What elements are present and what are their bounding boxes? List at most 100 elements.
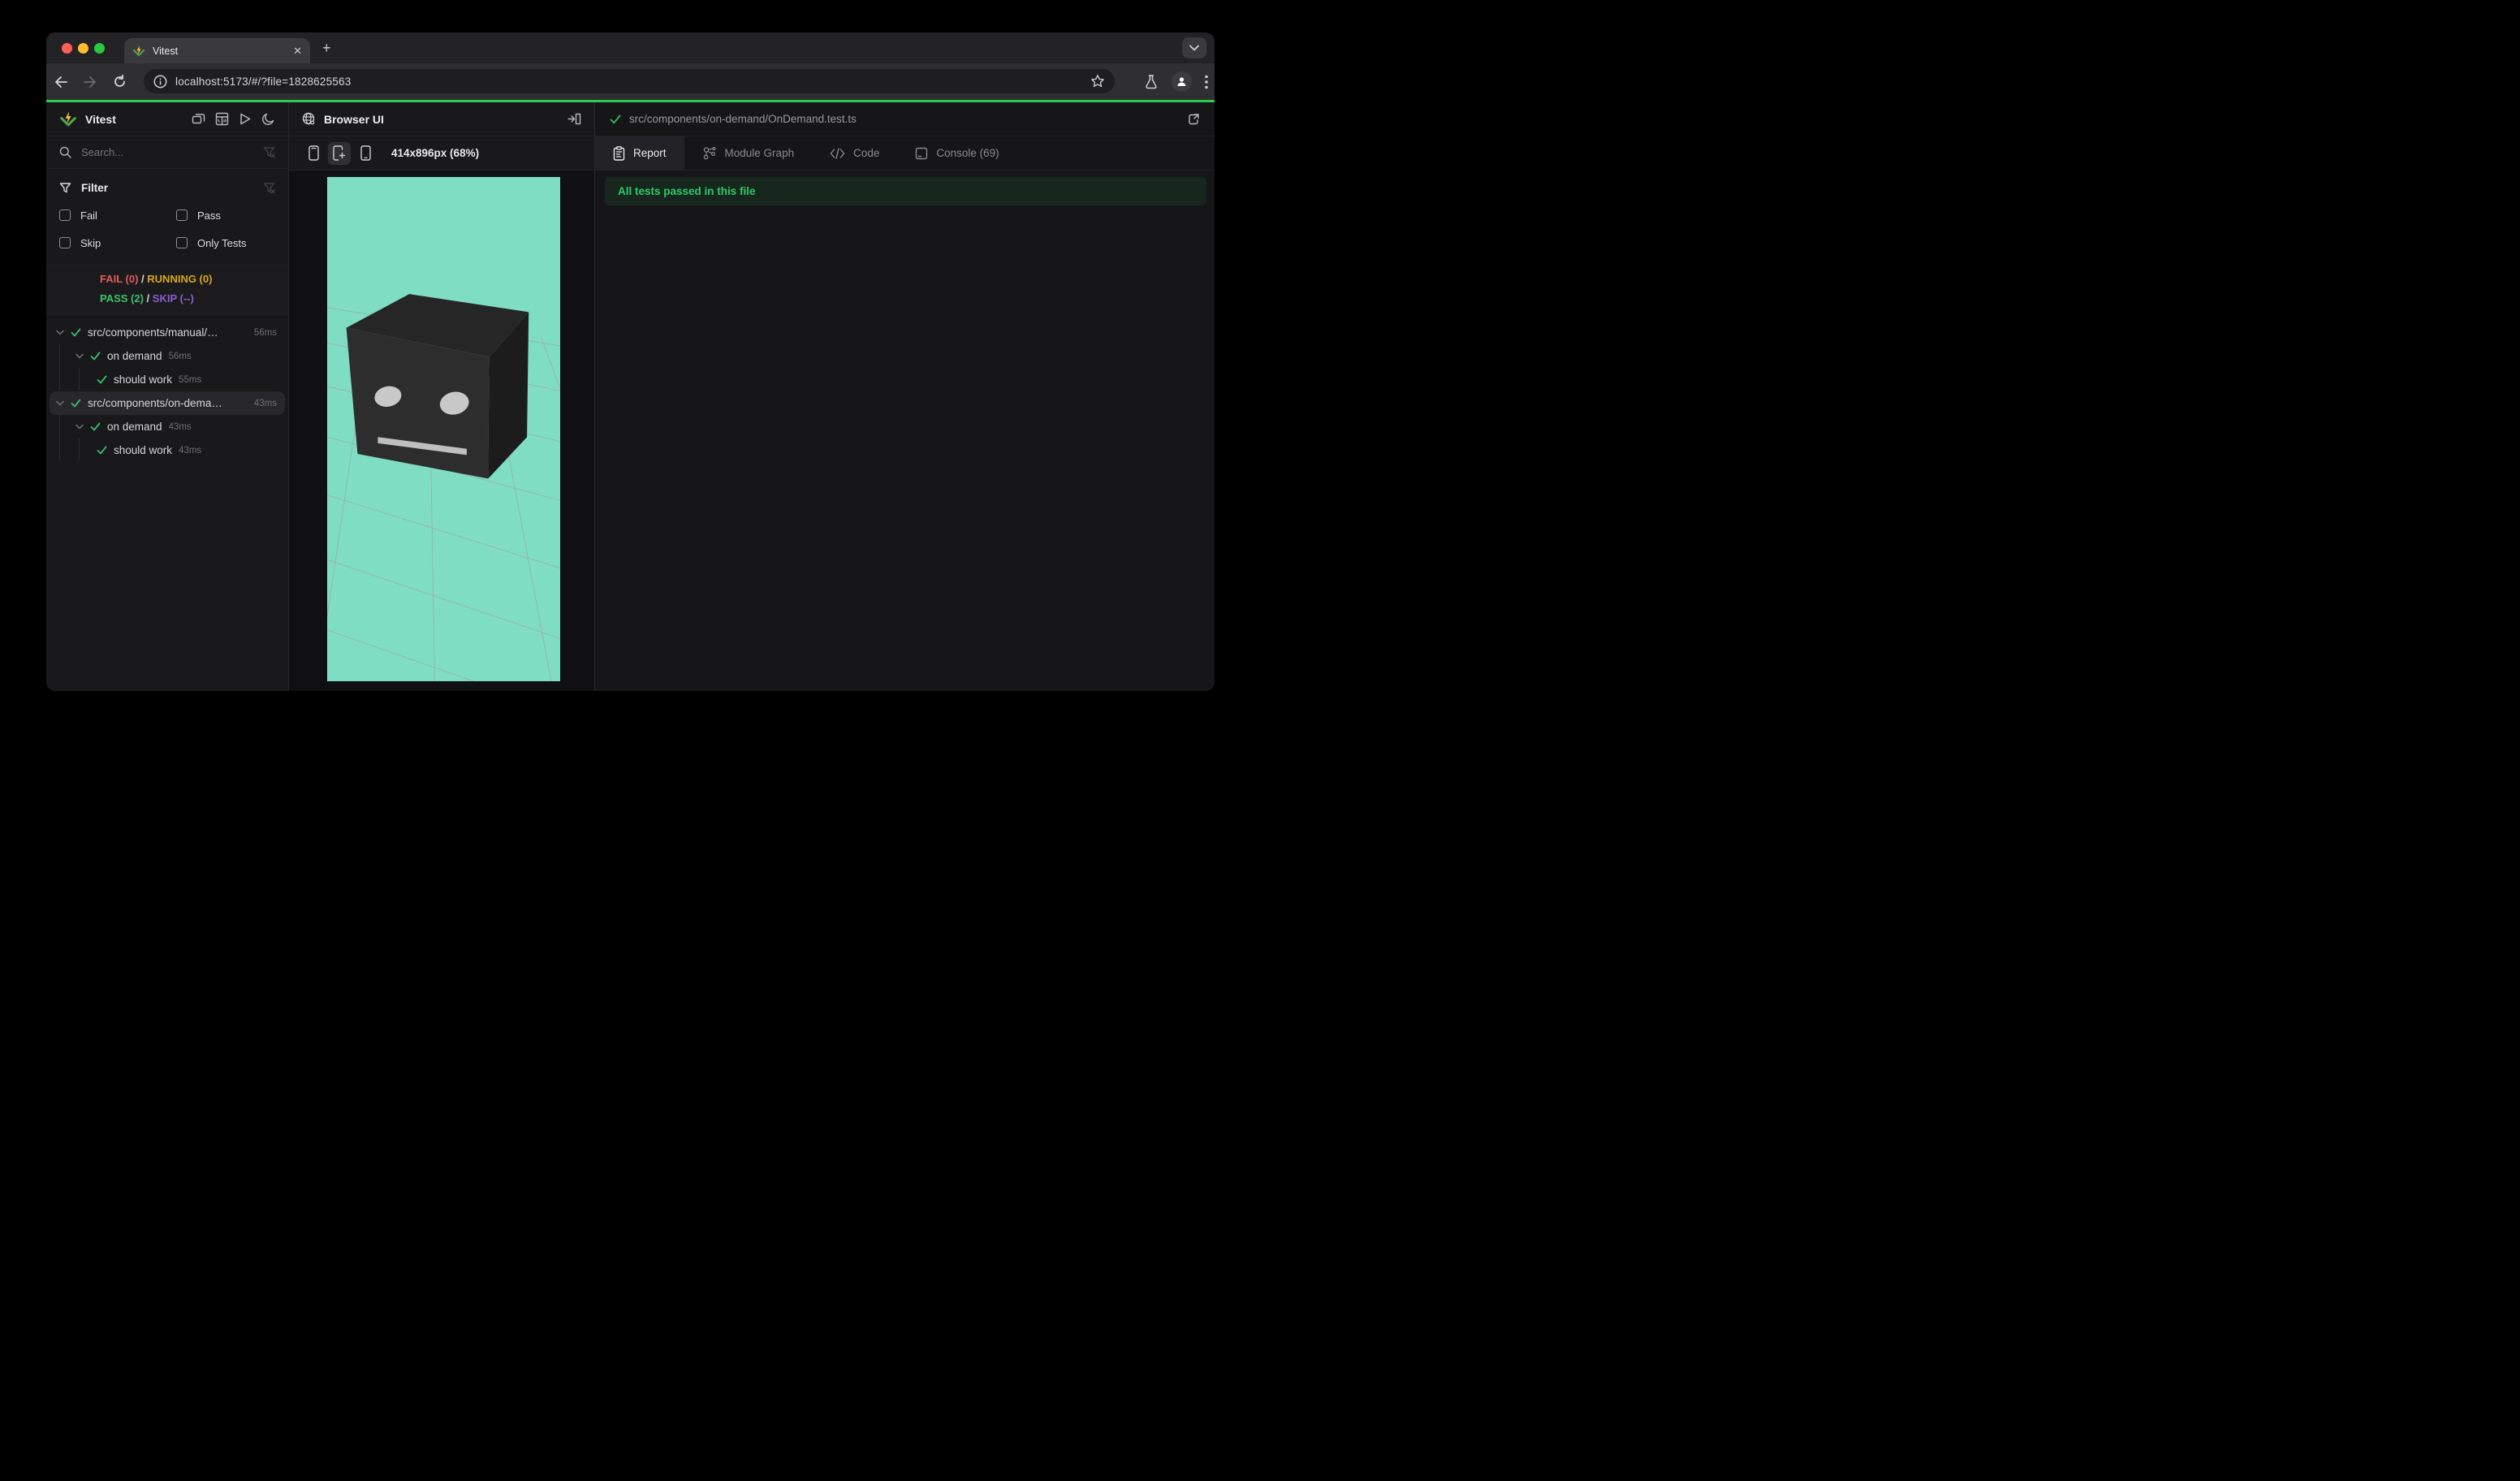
pass-check-icon bbox=[97, 375, 107, 384]
pass-check-icon bbox=[97, 446, 107, 455]
checkbox[interactable] bbox=[59, 237, 71, 248]
test-duration: 43ms bbox=[168, 421, 192, 432]
tab-console[interactable]: Console (69) bbox=[897, 136, 1016, 170]
chevron-down-icon[interactable] bbox=[74, 424, 85, 430]
dashboard-icon[interactable] bbox=[215, 112, 229, 126]
tab-strip: Vitest ✕ + bbox=[46, 32, 1215, 63]
code-icon bbox=[830, 147, 845, 159]
test-tree: src/components/manual/… 56ms on demand 5… bbox=[46, 314, 288, 462]
app-title: Vitest bbox=[85, 112, 116, 126]
close-window-button[interactable] bbox=[62, 42, 72, 54]
checkbox[interactable] bbox=[176, 237, 188, 248]
browser-window: Vitest ✕ + localhost:5173/#/?file=182862… bbox=[46, 32, 1215, 691]
filter-checkbox-skip[interactable]: Skip bbox=[59, 231, 176, 255]
pass-check-icon bbox=[71, 399, 81, 408]
address-bar[interactable]: localhost:5173/#/?file=1828625563 bbox=[144, 69, 1115, 93]
experiments-flask-icon[interactable] bbox=[1144, 74, 1159, 89]
report-tabs: Report Module Graph Code Console (69) bbox=[595, 136, 1215, 171]
preview-viewport bbox=[289, 171, 594, 691]
chevron-down-icon[interactable] bbox=[54, 400, 66, 406]
browser-ui-header: Browser UI bbox=[289, 102, 594, 136]
pass-check-icon bbox=[610, 114, 621, 124]
test-suite-row[interactable]: on demand 56ms bbox=[46, 344, 288, 368]
device-tablet-icon[interactable] bbox=[354, 142, 377, 165]
run-all-icon[interactable] bbox=[239, 112, 252, 126]
banner-text: All tests passed in this file bbox=[618, 185, 756, 197]
pass-count: PASS (2) bbox=[100, 292, 144, 304]
minimize-window-button[interactable] bbox=[78, 42, 88, 54]
sidebar-header: Vitest bbox=[46, 102, 288, 136]
dock-panel-icon[interactable] bbox=[192, 112, 205, 126]
filter-checkbox-pass[interactable]: Pass bbox=[176, 203, 275, 227]
test-duration: 55ms bbox=[179, 374, 202, 385]
device-phone-add-icon[interactable] bbox=[328, 141, 351, 165]
back-icon[interactable] bbox=[46, 76, 76, 89]
url-text[interactable]: localhost:5173/#/?file=1828625563 bbox=[175, 76, 1082, 88]
zoom-window-button[interactable] bbox=[94, 42, 105, 54]
checkbox[interactable] bbox=[59, 209, 71, 221]
test-suite-name: on demand bbox=[107, 421, 162, 433]
device-phone-icon[interactable] bbox=[302, 142, 325, 165]
site-info-icon[interactable] bbox=[153, 75, 167, 89]
filter-section: Filter Fail Pass Skip Only Tests bbox=[46, 169, 288, 266]
test-file-name: src/components/on-dema… bbox=[88, 397, 222, 409]
test-duration: 43ms bbox=[179, 445, 202, 456]
browser-toolbar: localhost:5173/#/?file=1828625563 bbox=[46, 63, 1215, 100]
tab-close-icon[interactable]: ✕ bbox=[293, 45, 302, 58]
test-suite-name: on demand bbox=[107, 350, 162, 362]
forward-icon[interactable] bbox=[76, 76, 105, 89]
vitest-favicon-icon bbox=[132, 45, 145, 58]
globe-icon bbox=[302, 112, 316, 126]
tab-title: Vitest bbox=[153, 45, 179, 57]
console-icon bbox=[915, 147, 928, 160]
test-file-name: src/components/manual/… bbox=[88, 326, 218, 339]
test-case-row[interactable]: should work 55ms bbox=[46, 368, 288, 391]
tab-code[interactable]: Code bbox=[812, 136, 897, 170]
test-file-path: src/components/on-demand/OnDemand.test.t… bbox=[629, 113, 857, 125]
test-suite-row[interactable]: on demand 43ms bbox=[46, 415, 288, 438]
report-panel: src/components/on-demand/OnDemand.test.t… bbox=[595, 102, 1215, 691]
test-file-row-selected[interactable]: src/components/on-dema… 43ms bbox=[46, 391, 288, 415]
pass-check-icon bbox=[90, 352, 101, 361]
vitest-logo-icon bbox=[59, 110, 77, 128]
browser-ui-title: Browser UI bbox=[324, 112, 384, 126]
menu-dots-icon[interactable] bbox=[1205, 75, 1208, 89]
collapse-panel-icon[interactable] bbox=[567, 113, 581, 125]
filter-checkbox-fail[interactable]: Fail bbox=[59, 203, 176, 227]
dark-mode-moon-icon[interactable] bbox=[261, 112, 275, 126]
chevron-down-icon[interactable] bbox=[54, 330, 66, 335]
all-tests-passed-banner: All tests passed in this file bbox=[605, 177, 1206, 205]
tested-component-preview[interactable] bbox=[327, 177, 560, 681]
search-bar[interactable]: Search... bbox=[46, 136, 288, 169]
test-case-row[interactable]: should work 43ms bbox=[46, 438, 288, 462]
pass-check-icon bbox=[71, 328, 81, 337]
browser-tab[interactable]: Vitest ✕ bbox=[124, 38, 310, 63]
running-count: RUNNING (0) bbox=[147, 273, 213, 285]
open-external-icon[interactable] bbox=[1187, 113, 1200, 126]
tab-module-graph[interactable]: Module Graph bbox=[684, 136, 813, 170]
viewport-size-label: 414x896px (68%) bbox=[391, 147, 480, 159]
test-file-row[interactable]: src/components/manual/… 56ms bbox=[46, 321, 288, 344]
bookmark-star-icon[interactable] bbox=[1090, 74, 1105, 89]
clear-search-filter-icon[interactable] bbox=[263, 146, 275, 158]
test-duration: 56ms bbox=[253, 327, 277, 338]
tab-search-button[interactable] bbox=[1182, 37, 1206, 58]
device-toolbar: 414x896px (68%) bbox=[289, 136, 594, 171]
test-duration: 43ms bbox=[253, 398, 277, 408]
reload-icon[interactable] bbox=[105, 75, 134, 89]
checkbox[interactable] bbox=[176, 209, 188, 221]
chevron-down-icon[interactable] bbox=[74, 353, 85, 359]
new-tab-button[interactable]: + bbox=[322, 41, 331, 55]
clear-filter-icon[interactable] bbox=[263, 182, 275, 194]
tab-report[interactable]: Report bbox=[595, 136, 684, 170]
sidebar: Vitest Search... Filter Fail Pass Skip O… bbox=[46, 102, 288, 691]
filter-checkbox-only-tests[interactable]: Only Tests bbox=[176, 231, 275, 255]
file-header: src/components/on-demand/OnDemand.test.t… bbox=[595, 102, 1215, 136]
profile-avatar[interactable] bbox=[1172, 71, 1192, 92]
test-case-name: should work bbox=[114, 373, 173, 386]
skip-count: SKIP (--) bbox=[152, 292, 194, 304]
search-input[interactable]: Search... bbox=[81, 146, 253, 158]
report-clipboard-icon bbox=[613, 145, 625, 161]
module-graph-icon bbox=[702, 146, 717, 161]
browser-ui-panel: Browser UI 414x896px (68%) bbox=[289, 102, 594, 691]
